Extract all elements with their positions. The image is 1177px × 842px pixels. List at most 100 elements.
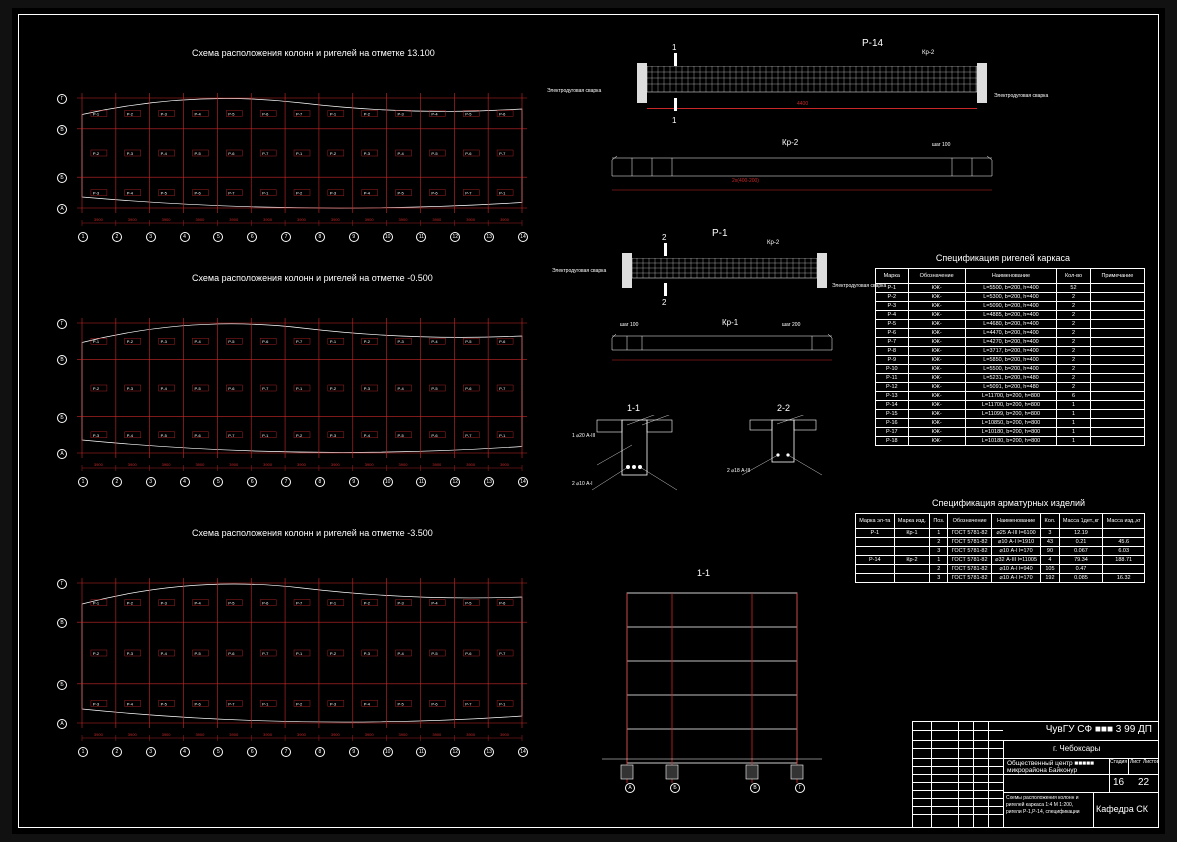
support-right (977, 63, 987, 103)
svg-text:Р-4: Р-4 (194, 111, 201, 116)
svg-text:Р-6: Р-6 (262, 339, 269, 344)
svg-text:Р-4: Р-4 (127, 701, 134, 706)
svg-text:3900: 3900 (263, 217, 273, 222)
svg-text:3900: 3900 (399, 462, 409, 467)
svg-text:Р-5: Р-5 (161, 433, 168, 438)
svg-text:Р-1: Р-1 (330, 111, 337, 116)
svg-text:Р-5: Р-5 (431, 151, 438, 156)
svg-text:Р-1: Р-1 (93, 601, 100, 606)
svg-text:3900: 3900 (297, 217, 307, 222)
svg-text:Р-7: Р-7 (262, 386, 269, 391)
svg-text:Р-2: Р-2 (330, 151, 337, 156)
svg-text:3900: 3900 (466, 217, 476, 222)
svg-text:Р-1: Р-1 (330, 339, 337, 344)
svg-text:Р-3: Р-3 (398, 339, 405, 344)
svg-text:3900: 3900 (331, 217, 341, 222)
svg-text:Р-6: Р-6 (499, 111, 506, 116)
dim-line (647, 108, 977, 109)
svg-text:Р-3: Р-3 (398, 601, 405, 606)
svg-text:3900: 3900 (500, 462, 510, 467)
svg-text:Р-5: Р-5 (161, 701, 168, 706)
svg-text:Р-3: Р-3 (330, 701, 337, 706)
svg-text:3900: 3900 (331, 732, 341, 737)
svg-text:Р-7: Р-7 (499, 651, 506, 656)
spec-beams-title: Спецификация ригелей каркаса (936, 253, 1070, 263)
svg-text:Р-5: Р-5 (465, 601, 472, 606)
svg-text:Р-5: Р-5 (161, 191, 168, 196)
svg-text:Р-4: Р-4 (431, 339, 438, 344)
svg-text:Р-6: Р-6 (431, 433, 438, 438)
beam-r1: Р-1 Электродуговая сварка Электродуговая… (602, 228, 862, 308)
svg-text:Р-6: Р-6 (431, 701, 438, 706)
svg-text:Р-1: Р-1 (296, 151, 303, 156)
svg-text:Р-3: Р-3 (398, 111, 405, 116)
univ: ЧувГУ СФ ■■■ 3 99 ДП (1046, 724, 1152, 735)
svg-text:3900: 3900 (365, 462, 375, 467)
svg-text:Р-6: Р-6 (431, 191, 438, 196)
svg-text:Р-4: Р-4 (161, 386, 168, 391)
svg-text:3900: 3900 (263, 732, 273, 737)
svg-text:Р-4: Р-4 (431, 111, 438, 116)
dim-4400: 4400 (797, 101, 808, 107)
plan-drawing-2: Р-1Р-2Р-3Р-2Р-3Р-4Р-3Р-4Р-5Р-4Р-5Р-6Р-5Р… (52, 303, 552, 493)
svg-text:Р-6: Р-6 (465, 386, 472, 391)
svg-text:Р-5: Р-5 (431, 651, 438, 656)
svg-text:Р-3: Р-3 (93, 433, 100, 438)
svg-text:3900: 3900 (94, 217, 104, 222)
svg-text:3900: 3900 (128, 462, 138, 467)
r1-label: Р-1 (712, 228, 728, 239)
svg-text:Р-7: Р-7 (465, 701, 472, 706)
svg-text:Р-4: Р-4 (398, 151, 405, 156)
svg-text:Р-2: Р-2 (364, 601, 371, 606)
svg-text:Р-5: Р-5 (398, 191, 405, 196)
weld-label-r: Электродуговая сварка (994, 93, 1048, 99)
svg-text:Р-4: Р-4 (364, 701, 371, 706)
dept: Кафедра СК (1096, 804, 1148, 814)
svg-text:Р-1: Р-1 (262, 701, 269, 706)
svg-text:Р-7: Р-7 (296, 339, 303, 344)
title-block: ЧувГУ СФ ■■■ 3 99 ДП г. Чебоксары Общест… (912, 721, 1159, 828)
svg-text:Р-2: Р-2 (330, 651, 337, 656)
sheet-num: 16 (1113, 777, 1124, 788)
svg-text:Р-6: Р-6 (465, 651, 472, 656)
svg-text:Р-3: Р-3 (364, 386, 371, 391)
svg-text:Р-6: Р-6 (194, 701, 201, 706)
svg-text:Р-7: Р-7 (262, 151, 269, 156)
svg-text:Р-4: Р-4 (398, 651, 405, 656)
section-1-1: 1-1 1 ⌀20 А-III 2 ⌀10 А-I (582, 403, 702, 503)
section-2-2: 2-2 2 ⌀18 А-III (732, 403, 852, 503)
svg-text:Р-7: Р-7 (228, 433, 235, 438)
svg-text:Р-7: Р-7 (465, 191, 472, 196)
section-mark-1: 1 (672, 43, 676, 52)
svg-text:3900: 3900 (432, 217, 442, 222)
svg-text:3900: 3900 (432, 462, 442, 467)
svg-text:Р-3: Р-3 (127, 651, 134, 656)
svg-text:Р-6: Р-6 (194, 191, 201, 196)
svg-text:Р-1: Р-1 (330, 601, 337, 606)
svg-text:Р-6: Р-6 (228, 386, 235, 391)
svg-text:Р-7: Р-7 (296, 601, 303, 606)
svg-text:Р-7: Р-7 (262, 651, 269, 656)
svg-text:3900: 3900 (365, 217, 375, 222)
svg-text:Р-6: Р-6 (228, 651, 235, 656)
svg-text:Р-3: Р-3 (161, 111, 168, 116)
plan1-title: Схема расположения колонн и ригелей на о… (192, 48, 435, 58)
sheets-num: 22 (1138, 777, 1149, 788)
svg-text:Р-5: Р-5 (398, 701, 405, 706)
plan3-title: Схема расположения колонн и ригелей на о… (192, 528, 433, 538)
svg-text:Р-2: Р-2 (296, 701, 303, 706)
svg-text:Р-6: Р-6 (228, 151, 235, 156)
weld-label-l: Электродуговая сварка (547, 88, 601, 94)
svg-text:3900: 3900 (365, 732, 375, 737)
svg-text:3900: 3900 (128, 732, 138, 737)
svg-text:Р-3: Р-3 (161, 339, 168, 344)
svg-text:Р-2: Р-2 (296, 191, 303, 196)
svg-text:3900: 3900 (466, 462, 476, 467)
kr1-title: Кр-1 (722, 318, 738, 327)
svg-text:Р-4: Р-4 (398, 386, 405, 391)
svg-text:Р-5: Р-5 (228, 601, 235, 606)
svg-text:Р-5: Р-5 (431, 386, 438, 391)
svg-text:Р-2: Р-2 (93, 651, 100, 656)
svg-text:Р-1: Р-1 (93, 111, 100, 116)
svg-text:3900: 3900 (297, 462, 307, 467)
